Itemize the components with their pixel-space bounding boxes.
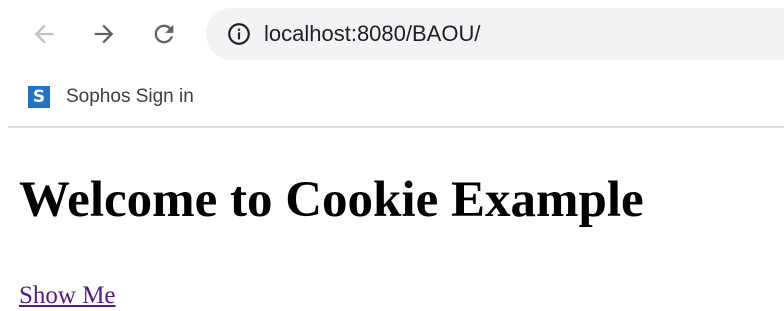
address-bar[interactable]: localhost:8080/BAOU/ [206,8,784,60]
info-circle-icon[interactable] [226,21,252,47]
sophos-icon: S [28,86,50,108]
show-me-link[interactable]: Show Me [19,281,116,311]
page-heading: Welcome to Cookie Example [19,172,644,228]
navigation-toolbar: localhost:8080/BAOU/ [0,0,784,70]
reload-icon [154,24,174,44]
reload-button[interactable] [146,16,182,52]
bookmarks-bar: S Sophos Sign in [0,70,784,126]
arrow-left-icon [34,24,54,44]
url-text[interactable]: localhost:8080/BAOU/ [264,21,480,47]
bookmark-label: Sophos Sign in [66,86,194,107]
browser-chrome: localhost:8080/BAOU/ S Sophos Sign in [0,0,784,128]
page-content: Welcome to Cookie Example Show Me [0,128,784,311]
arrow-right-icon [94,24,114,44]
bookmark-sophos-sign-in[interactable]: S Sophos Sign in [28,86,194,108]
back-button[interactable] [26,16,62,52]
forward-button[interactable] [86,16,122,52]
